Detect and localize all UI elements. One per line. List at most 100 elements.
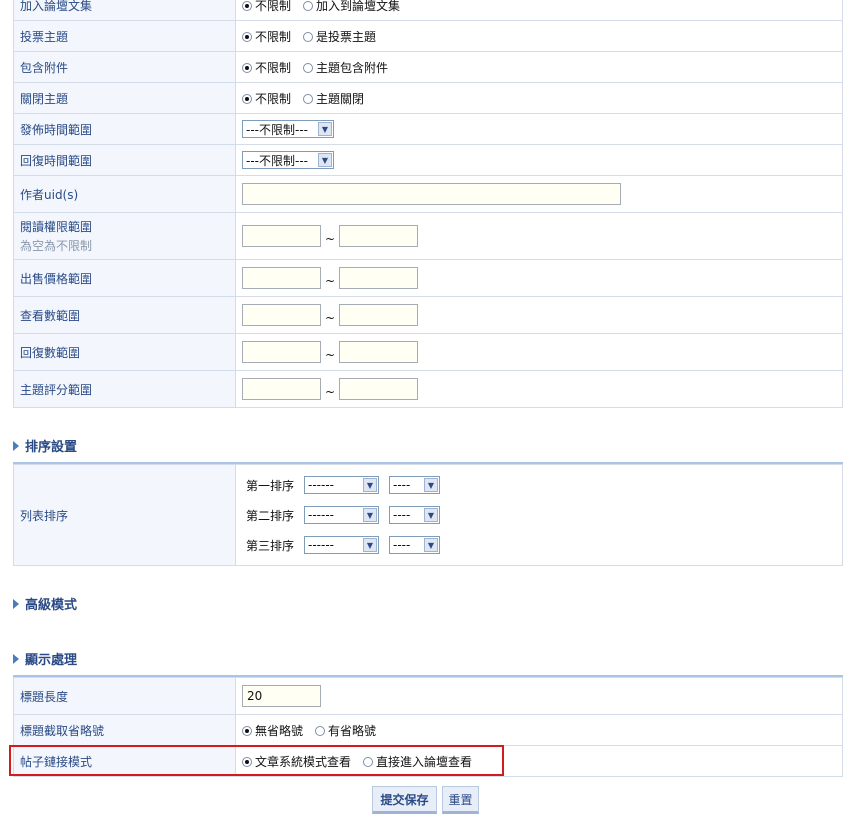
row-closed: 關閉主題 不限制 主題關閉 — [13, 82, 843, 114]
range-to-input[interactable] — [339, 225, 419, 247]
sort-table: 列表排序 第一排序 ------ ▼ ---- ▼ 第二排序 ------ ▼ ---- ▼ 第… — [13, 464, 843, 566]
row-author-uid: 作者uid(s) — [13, 175, 843, 213]
range-separator: ~ — [325, 384, 336, 399]
sort-order-select[interactable]: ---- ▼ — [389, 476, 440, 494]
sort-order-select[interactable]: ---- ▼ — [389, 506, 440, 524]
range-to-input[interactable] — [339, 341, 419, 363]
radio-label: 不限制 — [255, 0, 292, 13]
range-from-input[interactable] — [242, 378, 321, 400]
chevron-down-icon: ▼ — [424, 508, 438, 522]
section-title: 顯示處理 — [25, 653, 78, 668]
reply-time-select[interactable]: ---不限制--- ▼ — [242, 151, 334, 169]
select-value: ---不限制--- — [246, 122, 308, 137]
range-to-input[interactable] — [339, 378, 419, 400]
chevron-down-icon: ▼ — [363, 478, 377, 492]
chevron-down-icon: ▼ — [318, 153, 332, 167]
row-label: 回復時間範圍 — [13, 144, 236, 176]
sort-field-select[interactable]: ------ ▼ — [304, 506, 379, 524]
title-length-input[interactable]: 20 — [242, 685, 321, 707]
chevron-down-icon: ▼ — [318, 122, 332, 136]
sort-row-label: 第一排序 — [246, 478, 295, 493]
expand-triangle-icon — [13, 599, 19, 609]
row-title-ellipsis: 標題截取省略號 無省略號 有省略號 — [13, 714, 843, 746]
sort-field-select[interactable]: ------ ▼ — [304, 536, 379, 554]
select-value: ---- — [393, 478, 411, 492]
row-reply-time: 回復時間範圍 ---不限制--- ▼ — [13, 144, 843, 176]
row-label: 出售價格範圍 — [13, 259, 236, 297]
post-time-select[interactable]: ---不限制--- ▼ — [242, 120, 334, 138]
row-post-time: 發佈時間範圍 ---不限制--- ▼ — [13, 113, 843, 145]
radio-button[interactable] — [303, 0, 314, 11]
row-sublabel: 為空為不限制 — [20, 239, 93, 253]
row-views: 查看數範圍 ~ — [13, 296, 843, 334]
sort-row-label: 第三排序 — [246, 538, 295, 553]
row-label: 列表排序 — [13, 464, 236, 566]
row-label: 主題評分範圍 — [13, 370, 236, 408]
sort-row: 第一排序 ------ ▼ ---- ▼ — [246, 470, 836, 500]
expand-triangle-icon — [13, 654, 19, 664]
row-label: 作者uid(s) — [13, 175, 236, 213]
row-forum-collection: 加入論壇文集 不限制 加入到論壇文集 — [13, 0, 843, 21]
select-value: ---- — [393, 538, 411, 552]
radio-button[interactable] — [242, 62, 252, 73]
range-separator: ~ — [325, 310, 336, 325]
radio-button[interactable] — [303, 62, 314, 73]
range-from-input[interactable] — [242, 341, 321, 363]
row-rating: 主題評分範圍 ~ — [13, 370, 843, 408]
submit-save-button[interactable]: 提交保存 — [372, 786, 437, 814]
radio-label: 不限制 — [255, 60, 292, 75]
range-from-input[interactable] — [242, 304, 321, 326]
select-value: ------ — [308, 538, 334, 552]
radio-label: 有省略號 — [328, 723, 377, 738]
range-to-input[interactable] — [339, 304, 419, 326]
select-value: ------ — [308, 508, 334, 522]
radio-button[interactable] — [242, 0, 252, 11]
select-value: ---- — [393, 508, 411, 522]
range-to-input[interactable] — [339, 267, 419, 289]
row-label: 標題長度 — [13, 677, 236, 715]
row-attachment: 包含附件 不限制 主題包含附件 — [13, 51, 843, 83]
radio-label: 不限制 — [255, 91, 292, 106]
section-sort-header[interactable]: 排序設置 — [13, 436, 843, 455]
row-price: 出售價格範圍 ~ — [13, 259, 843, 297]
range-from-input[interactable] — [242, 225, 321, 247]
row-label: 標題截取省略號 — [13, 714, 236, 746]
row-label: 回復數範圍 — [13, 333, 236, 371]
reset-button[interactable]: 重置 — [442, 786, 479, 814]
row-label: 閱讀權限範圍 — [20, 220, 93, 234]
filter-table: 加入論壇文集 不限制 加入到論壇文集 投票主題 不限制 是投票主題 包含附件 不限制… — [13, 0, 843, 408]
section-title: 排序設置 — [25, 440, 78, 455]
radio-button[interactable] — [303, 31, 314, 42]
row-label: 包含附件 — [13, 51, 236, 83]
expand-triangle-icon — [13, 441, 19, 451]
radio-label: 加入到論壇文集 — [316, 0, 401, 13]
radio-button[interactable] — [315, 725, 326, 736]
range-from-input[interactable] — [242, 267, 321, 289]
row-poll: 投票主題 不限制 是投票主題 — [13, 20, 843, 52]
author-uid-input[interactable] — [242, 183, 621, 205]
select-value: ---不限制--- — [246, 153, 308, 168]
sort-row-label: 第二排序 — [246, 508, 295, 523]
sort-row: 第二排序 ------ ▼ ---- ▼ — [246, 500, 836, 530]
sort-order-select[interactable]: ---- ▼ — [389, 536, 440, 554]
row-label: 加入論壇文集 — [13, 0, 236, 21]
radio-button[interactable] — [242, 725, 252, 736]
row-sort: 列表排序 第一排序 ------ ▼ ---- ▼ 第二排序 ------ ▼ ---- ▼ 第… — [13, 464, 843, 566]
chevron-down-icon: ▼ — [424, 538, 438, 552]
radio-label: 無省略號 — [255, 723, 304, 738]
section-advanced-header[interactable]: 高級模式 — [13, 594, 843, 613]
row-replies: 回復數範圍 ~ — [13, 333, 843, 371]
sort-field-select[interactable]: ------ ▼ — [304, 476, 379, 494]
radio-button[interactable] — [242, 93, 252, 104]
row-label: 投票主題 — [13, 20, 236, 52]
range-separator: ~ — [325, 347, 336, 362]
radio-label: 是投票主題 — [316, 29, 377, 44]
select-value: ------ — [308, 478, 334, 492]
row-read-perm: 閱讀權限範圍 為空為不限制 ~ — [13, 212, 843, 260]
section-display-header[interactable]: 顯示處理 — [13, 649, 843, 668]
row-label: 關閉主題 — [13, 82, 236, 114]
row-label-cell: 閱讀權限範圍 為空為不限制 — [13, 212, 236, 260]
radio-button[interactable] — [242, 31, 252, 42]
highlight-box — [9, 745, 504, 776]
radio-button[interactable] — [303, 93, 314, 104]
